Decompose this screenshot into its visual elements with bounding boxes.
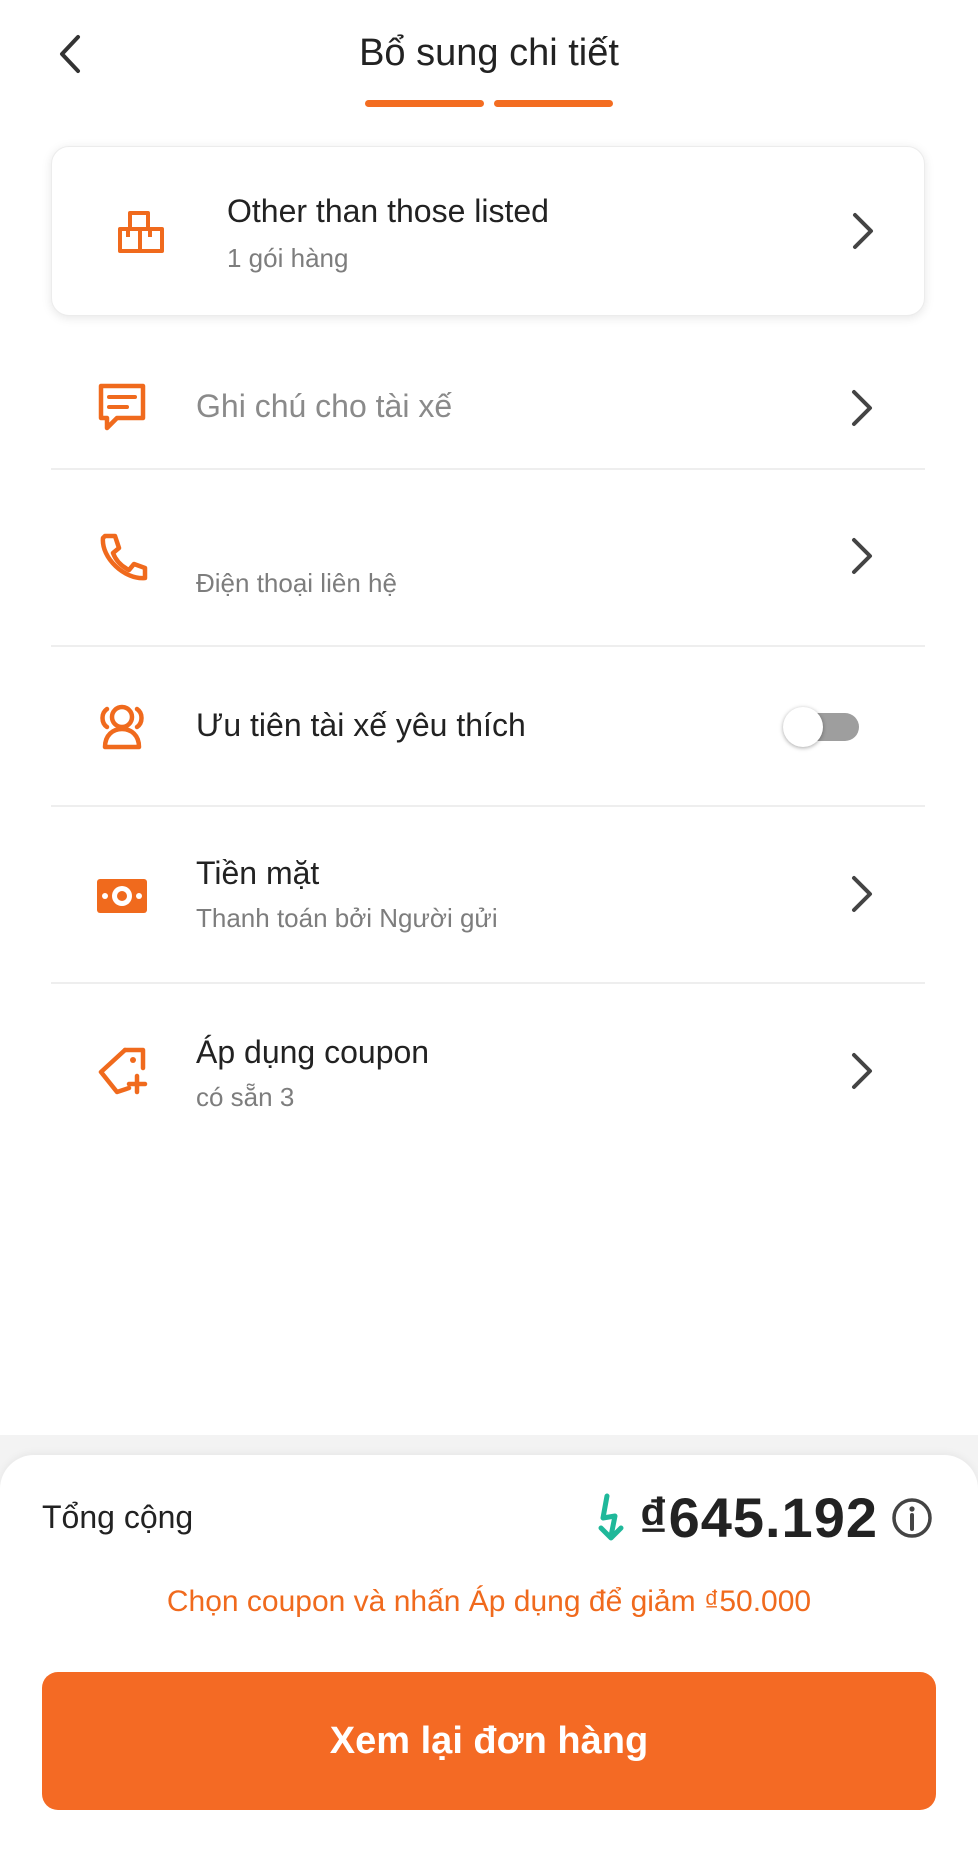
chevron-right-icon	[852, 538, 872, 574]
info-icon[interactable]	[890, 1496, 934, 1540]
cargo-title: Other than those listed	[227, 193, 549, 229]
contact-phone-label: Điện thoại liên hệ	[196, 568, 397, 598]
page-title: Bổ sung chi tiết	[359, 32, 619, 74]
chevron-right-icon	[852, 1053, 872, 1089]
cargo-card[interactable]: Other than those listed 1 gói hàng	[51, 146, 925, 316]
chevron-right-icon	[852, 876, 872, 912]
payment-method-label: Tiền mặt	[196, 855, 320, 891]
coupon-hint: Chọn coupon và nhấn Áp dụng để giảm ₫50.…	[166, 1585, 812, 1618]
driver-note-placeholder: Ghi chú cho tài xế	[196, 388, 453, 424]
chevron-right-icon	[852, 390, 872, 426]
favorite-driver-row: Ưu tiên tài xế yêu thích	[51, 647, 925, 807]
discount-bolt-icon	[598, 1493, 624, 1540]
coupon-label: Áp dụng coupon	[196, 1034, 430, 1070]
message-icon	[98, 383, 146, 431]
cargo-count: 1 gói hàng	[227, 243, 349, 273]
total-amount: ₫645.192	[638, 1486, 878, 1549]
chevron-right-icon	[853, 213, 873, 249]
payment-method-row[interactable]: Tiền mặt Thanh toán bởi Người gửi	[51, 807, 925, 984]
review-order-button[interactable]: Xem lại đơn hàng	[42, 1672, 936, 1810]
step-progress	[0, 100, 978, 107]
coupon-row[interactable]: Áp dụng coupon có sẵn 3	[51, 984, 925, 1134]
contact-phone-row[interactable]: Điện thoại liên hệ	[51, 470, 925, 647]
favorite-driver-toggle[interactable]	[783, 707, 861, 747]
coupon-available-count: có sẵn 3	[196, 1082, 295, 1112]
phone-icon	[100, 533, 148, 581]
total-amount-group: ₫645.192	[593, 1485, 934, 1550]
favorite-driver-label: Ưu tiên tài xế yêu thích	[196, 707, 526, 743]
driver-note-row[interactable]: Ghi chú cho tài xế	[51, 350, 925, 470]
boxes-icon	[118, 211, 164, 253]
total-label: Tổng cộng	[42, 1499, 194, 1535]
payment-method-sublabel: Thanh toán bởi Người gửi	[196, 903, 498, 933]
toggle-knob	[783, 707, 823, 747]
cash-icon	[97, 879, 147, 913]
step-bar-1	[365, 100, 484, 107]
order-summary-panel: Tổng cộng ₫645.192 Chọn coupon và nhấn Á…	[0, 1455, 978, 1851]
step-bar-2	[494, 100, 613, 107]
coupon-tag-icon	[98, 1047, 148, 1095]
people-icon	[100, 704, 144, 750]
header: Bổ sung chi tiết	[0, 0, 978, 120]
